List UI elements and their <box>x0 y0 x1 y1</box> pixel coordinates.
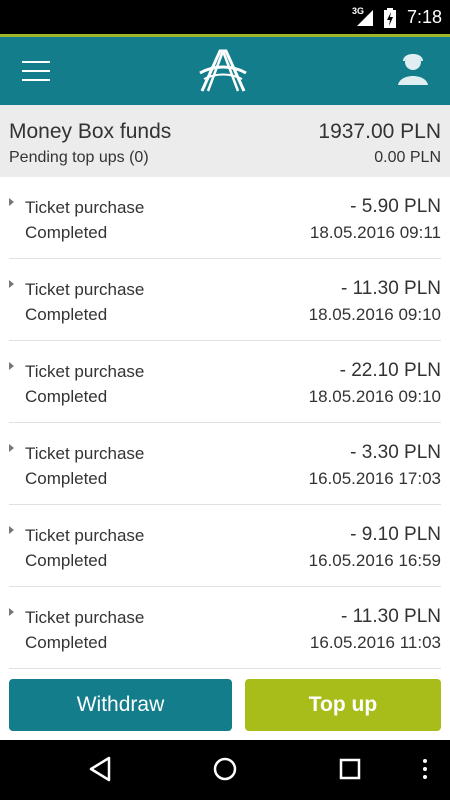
app-bar <box>0 34 450 105</box>
expand-caret-icon <box>9 526 14 534</box>
pending-topups-value: 0.00 PLN <box>374 149 441 166</box>
transaction-row[interactable]: Ticket purchase - 22.10 PLN Completed 18… <box>9 341 441 423</box>
transaction-type: Ticket purchase <box>25 198 145 217</box>
transaction-status: Completed <box>25 305 108 324</box>
transaction-row[interactable]: Ticket purchase - 3.30 PLN Completed 16.… <box>9 423 441 505</box>
expand-caret-icon <box>9 362 14 370</box>
transaction-amount: - 11.30 PLN <box>341 278 441 299</box>
funds-summary: Money Box funds 1937.00 PLN Pending top … <box>0 105 450 177</box>
transaction-amount: - 5.90 PLN <box>350 196 441 217</box>
transaction-date: 16.05.2016 17:03 <box>308 469 441 488</box>
signal-icon <box>357 10 373 26</box>
transaction-row[interactable]: Ticket purchase - 11.30 PLN Completed 18… <box>9 259 441 341</box>
transaction-status: Completed <box>25 469 108 488</box>
transaction-amount: - 3.30 PLN <box>350 442 441 463</box>
transaction-status: Completed <box>25 551 108 570</box>
account-icon[interactable] <box>396 51 430 87</box>
transaction-type: Ticket purchase <box>25 526 145 545</box>
transaction-date: 16.05.2016 11:03 <box>309 633 441 652</box>
system-nav-bar <box>0 740 450 800</box>
action-bar: Withdraw Top up <box>0 670 450 740</box>
clock: 7:18 <box>407 7 443 27</box>
pending-topups-label: Pending top ups (0) <box>9 149 149 166</box>
transaction-date: 18.05.2016 09:10 <box>308 387 441 406</box>
transaction-list: Ticket purchase - 5.90 PLN Completed 18.… <box>0 177 450 670</box>
transaction-amount: - 22.10 PLN <box>339 360 441 381</box>
transaction-row[interactable]: Ticket purchase - 11.30 PLN Completed 16… <box>9 587 441 669</box>
expand-caret-icon <box>9 444 14 452</box>
back-icon[interactable] <box>87 755 113 783</box>
transaction-row[interactable]: Ticket purchase - 5.90 PLN Completed 18.… <box>9 177 441 259</box>
app-logo-icon <box>199 49 247 92</box>
withdraw-button[interactable]: Withdraw <box>9 679 232 731</box>
transaction-status: Completed <box>25 633 108 652</box>
overflow-menu-icon[interactable] <box>420 755 430 783</box>
home-icon[interactable] <box>211 755 239 783</box>
top-up-button[interactable]: Top up <box>245 679 441 731</box>
status-bar: 3G 7:18 <box>0 0 450 34</box>
transaction-type: Ticket purchase <box>25 362 145 381</box>
expand-caret-icon <box>9 198 14 206</box>
transaction-row[interactable]: Ticket purchase - 9.10 PLN Completed 16.… <box>9 505 441 587</box>
transaction-date: 16.05.2016 16:59 <box>308 551 441 570</box>
expand-caret-icon <box>9 280 14 288</box>
battery-icon <box>384 8 396 28</box>
expand-caret-icon <box>9 608 14 616</box>
recent-apps-icon[interactable] <box>338 755 362 783</box>
transaction-type: Ticket purchase <box>25 444 145 463</box>
transaction-status: Completed <box>25 223 108 242</box>
transaction-type: Ticket purchase <box>25 608 145 627</box>
transaction-date: 18.05.2016 09:10 <box>308 305 441 324</box>
transaction-type: Ticket purchase <box>25 280 145 299</box>
funds-total: 1937.00 PLN <box>318 120 441 143</box>
transaction-status: Completed <box>25 387 108 406</box>
transaction-amount: - 9.10 PLN <box>350 524 441 545</box>
transaction-amount: - 11.30 PLN <box>341 606 441 627</box>
funds-title: Money Box funds <box>9 120 172 143</box>
transaction-date: 18.05.2016 09:11 <box>309 223 441 242</box>
hamburger-menu-icon[interactable] <box>20 57 52 85</box>
